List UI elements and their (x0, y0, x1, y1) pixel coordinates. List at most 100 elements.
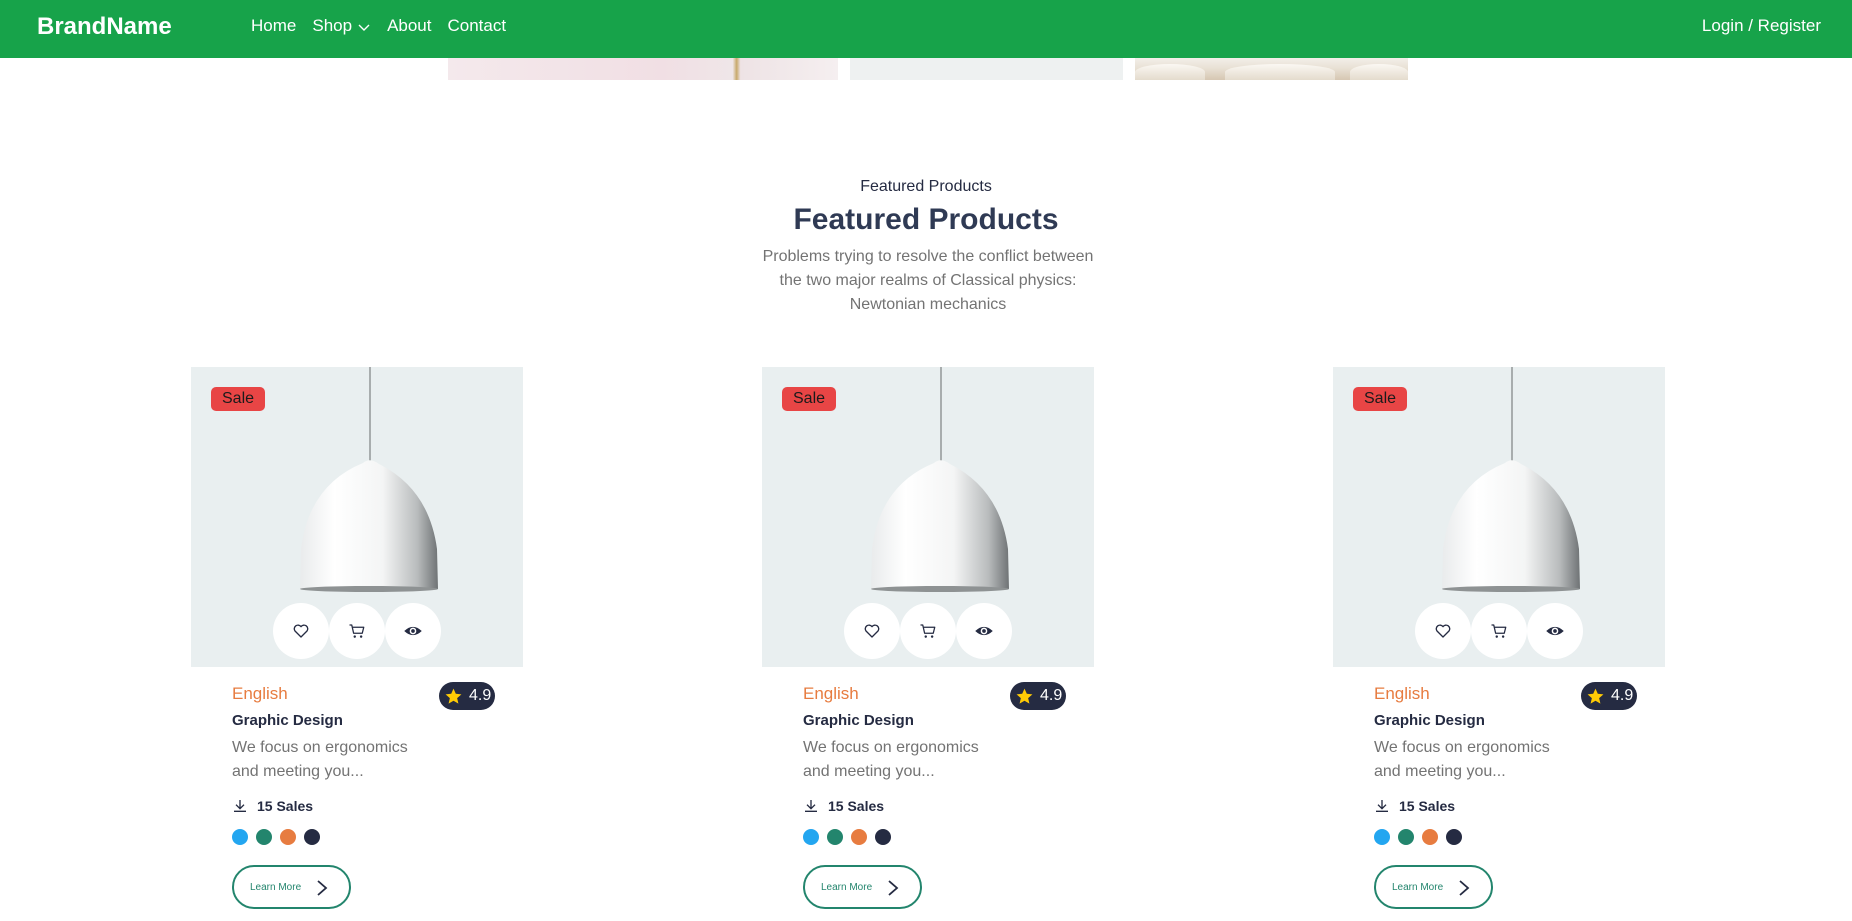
chevron-right-icon (888, 880, 899, 896)
rating-value: 4.9 (1040, 687, 1063, 704)
product-description: We focus on ergonomics and meeting you..… (232, 739, 408, 780)
product-description: We focus on ergonomics and meeting you..… (1374, 739, 1550, 780)
product-actions (273, 603, 441, 659)
cart-icon (920, 624, 936, 638)
color-swatches (1374, 829, 1470, 845)
nav-home-link[interactable]: Home (251, 16, 296, 36)
color-swatch[interactable] (875, 829, 891, 845)
sales-label: 15 Sales (1399, 798, 1456, 814)
bowl-shape (1350, 64, 1408, 80)
rating-badge: 4.9 (1581, 682, 1637, 710)
star-icon (1016, 688, 1033, 704)
product-image[interactable]: Sale (762, 367, 1094, 667)
section-title: Featured Products (793, 203, 1059, 236)
sale-badge: Sale (1353, 387, 1408, 411)
star-icon (1587, 688, 1604, 704)
product-card: Sale English 4.9 Graphic Design We focus… (762, 367, 1094, 921)
wishlist-button[interactable] (1415, 603, 1471, 659)
chevron-right-icon (317, 880, 328, 896)
heart-icon (864, 624, 880, 638)
hero-image-2 (850, 58, 1123, 80)
section-eyebrow: Featured Products (860, 178, 992, 195)
product-actions (844, 603, 1012, 659)
product-category[interactable]: English (232, 684, 288, 704)
section-description: Problems trying to resolve the conflict … (762, 248, 1094, 313)
chevron-right-icon (1459, 880, 1470, 896)
quick-view-button[interactable] (385, 603, 441, 659)
color-swatch[interactable] (1422, 829, 1438, 845)
nav-shop-link[interactable]: Shop (312, 16, 371, 36)
add-to-cart-button[interactable] (900, 603, 956, 659)
eye-icon (404, 626, 422, 636)
product-title[interactable]: Graphic Design (232, 712, 343, 729)
heart-icon (293, 624, 309, 638)
eye-icon (1546, 626, 1564, 636)
download-icon (805, 800, 817, 812)
brand-logo[interactable]: BrandName (37, 13, 172, 41)
color-swatch[interactable] (232, 829, 248, 845)
color-swatch[interactable] (1446, 829, 1462, 845)
rating-badge: 4.9 (1010, 682, 1066, 710)
color-swatch[interactable] (827, 829, 843, 845)
product-title[interactable]: Graphic Design (1374, 712, 1485, 729)
product-card: Sale English 4.9 Graphic Design We focus… (191, 367, 523, 921)
wishlist-button[interactable] (273, 603, 329, 659)
nav-contact-link[interactable]: Contact (448, 16, 507, 36)
learn-more-button[interactable]: Learn More (803, 865, 922, 909)
sale-badge: Sale (782, 387, 837, 411)
learn-more-button[interactable]: Learn More (1374, 865, 1493, 909)
bowl-shape (1135, 64, 1205, 80)
color-swatches (803, 829, 899, 845)
product-actions (1415, 603, 1583, 659)
color-swatch[interactable] (256, 829, 272, 845)
product-image[interactable]: Sale (191, 367, 523, 667)
learn-more-label: Learn More (821, 881, 873, 893)
nav-shop-label: Shop (312, 16, 353, 35)
main-nav: Home Shop About Contact (251, 16, 522, 36)
sales-label: 15 Sales (828, 798, 885, 814)
rating-value: 4.9 (1611, 687, 1634, 704)
color-swatch[interactable] (1374, 829, 1390, 845)
heart-icon (1435, 624, 1451, 638)
rating-badge: 4.9 (439, 682, 495, 710)
product-card: Sale English 4.9 Graphic Design We focus… (1333, 367, 1665, 921)
star-icon (445, 688, 462, 704)
learn-more-button[interactable]: Learn More (232, 865, 351, 909)
add-to-cart-button[interactable] (329, 603, 385, 659)
bowl-shape (1225, 64, 1335, 80)
quick-view-button[interactable] (956, 603, 1012, 659)
product-description: We focus on ergonomics and meeting you..… (803, 739, 979, 780)
hero-image-1 (448, 58, 838, 80)
quick-view-button[interactable] (1527, 603, 1583, 659)
nav-about-label: About (387, 16, 432, 35)
nav-about-link[interactable]: About (387, 16, 431, 36)
product-category[interactable]: English (1374, 684, 1430, 704)
learn-more-label: Learn More (1392, 881, 1444, 893)
product-title[interactable]: Graphic Design (803, 712, 914, 729)
learn-more-label: Learn More (250, 881, 302, 893)
wishlist-button[interactable] (844, 603, 900, 659)
color-swatch[interactable] (803, 829, 819, 845)
download-icon (234, 800, 246, 812)
sales-label: 15 Sales (257, 798, 314, 814)
login-register-link[interactable]: Login / Register (1702, 16, 1821, 36)
nav-home-label: Home (251, 16, 297, 35)
sale-badge: Sale (211, 387, 266, 411)
nav-contact-label: Contact (447, 16, 507, 35)
product-image[interactable]: Sale (1333, 367, 1665, 667)
sales-count: 15 Sales (803, 798, 884, 814)
color-swatch[interactable] (304, 829, 320, 845)
color-swatch[interactable] (1398, 829, 1414, 845)
color-swatches (232, 829, 328, 845)
add-to-cart-button[interactable] (1471, 603, 1527, 659)
color-swatch[interactable] (851, 829, 867, 845)
top-navbar: BrandName Home Shop About Contact Login … (0, 0, 1852, 58)
color-swatch[interactable] (280, 829, 296, 845)
eye-icon (975, 626, 993, 636)
product-category[interactable]: English (803, 684, 859, 704)
sales-count: 15 Sales (232, 798, 313, 814)
cart-icon (1491, 624, 1507, 638)
download-icon (1376, 800, 1388, 812)
chevron-down-icon (358, 24, 370, 31)
cart-icon (349, 624, 365, 638)
